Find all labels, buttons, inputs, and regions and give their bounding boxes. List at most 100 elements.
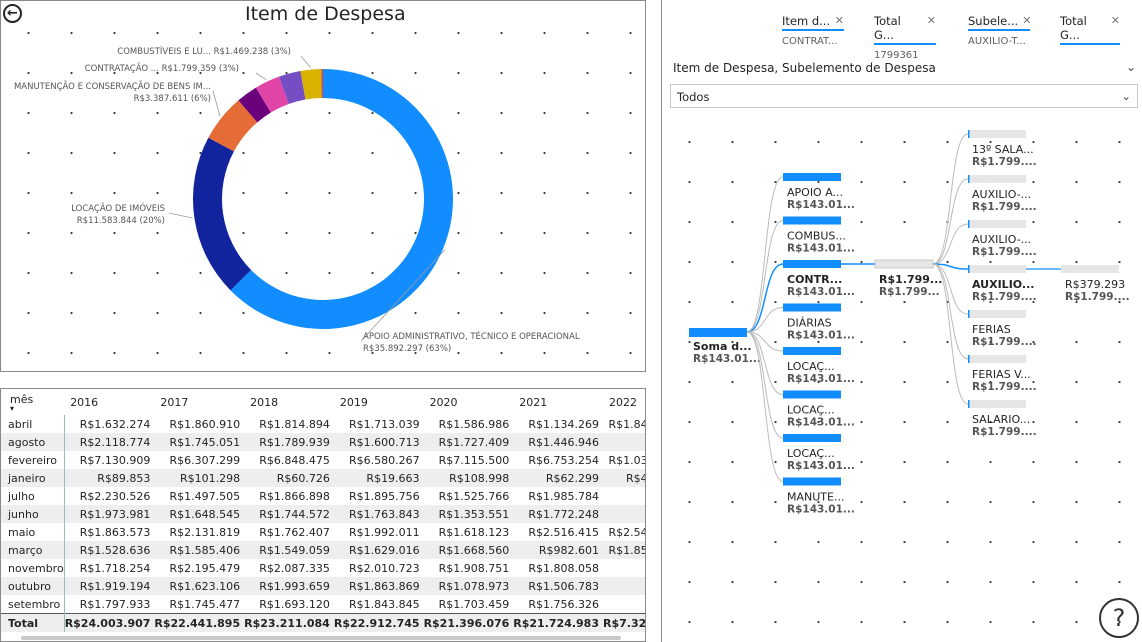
tree-node-label: FERIAS V...: [972, 368, 1031, 381]
tree-node-bar[interactable]: [1061, 265, 1119, 273]
tree-link: [746, 176, 784, 333]
tree-node-label: AUXILIO-...: [972, 233, 1031, 246]
value-cell: R$6.753.254: [528, 453, 599, 467]
year-column-header[interactable]: 2016: [64, 389, 154, 415]
slice-label: CONTRATAÇÃO ... R$1.799.359 (3%): [85, 63, 239, 74]
month-column-header[interactable]: mês ▾: [1, 389, 64, 415]
tree-node-label: COMBUS...: [787, 230, 846, 243]
tree-node-bar[interactable]: [689, 328, 747, 337]
tree-node-value: R$1.799....: [972, 246, 1037, 258]
help-icon[interactable]: ?: [1099, 598, 1139, 638]
value-cell: R$1.919.194: [64, 577, 155, 595]
tree-node-bar[interactable]: [783, 173, 841, 181]
year-column-header[interactable]: 2018: [244, 389, 334, 415]
tree-node-bar[interactable]: [968, 220, 1026, 228]
tree-node-value: R$143.01...: [787, 243, 855, 255]
value-cell: R$1.852.: [603, 541, 645, 559]
tree-node-fill: [968, 355, 970, 363]
month-cell: fevereiro: [1, 451, 65, 469]
tree-node-label: R$379.293: [1065, 278, 1125, 291]
tree-link: [932, 178, 969, 265]
value-cell: R$1.866.898: [259, 489, 330, 503]
table-row: maio R$1.863.573 R$2.131.819 R$1.762.407 R$1…: [1, 523, 645, 541]
value-cell: R$1.973.981: [64, 505, 155, 523]
value-cell: R$2.010.723: [348, 561, 420, 575]
value-cell: R$1.549.059: [244, 541, 334, 559]
month-cell: julho: [1, 487, 65, 505]
chart-title: Item de Despesa: [245, 3, 406, 25]
back-arrow-icon[interactable]: ←: [3, 4, 22, 23]
value-cell: R$24.003.907: [64, 613, 155, 632]
value-cell: R$1.744.572: [244, 505, 334, 523]
tree-node-value: R$143.01...: [693, 353, 761, 365]
table-row: junho R$1.973.981 R$1.648.545 R$1.744.572 R$…: [1, 505, 645, 523]
tree-node-fill: [968, 310, 970, 318]
tree-node-bar[interactable]: [783, 347, 841, 355]
value-cell: R$1.134.269: [528, 417, 599, 431]
table-row: março R$1.528.636 R$1.585.406 R$1.549.059 R$…: [1, 541, 645, 559]
value-cell: R$60.726: [244, 469, 334, 487]
year-column-header[interactable]: 2021: [513, 389, 603, 415]
value-cell: R$1.908.751: [438, 561, 510, 575]
value-cell: R$1.727.409: [423, 433, 514, 451]
tree-node-bar[interactable]: [968, 400, 1026, 408]
table-row: fevereiro R$7.130.909 R$6.307.299 R$6.848.4…: [1, 451, 645, 469]
value-cell: R$1.506.783: [513, 577, 603, 595]
tree-node-bar[interactable]: [874, 259, 934, 269]
value-cell: R$1.797.933: [79, 597, 151, 611]
table-row: janeiro R$89.853 R$101.298 R$60.726 R$19.663…: [1, 469, 645, 487]
tree-node-value: R$1.799....: [1065, 291, 1130, 303]
value-cell: R$1.789.939: [244, 433, 334, 451]
slice-label: MANUTENÇÃO E CONSERVAÇÃO DE BENS IM...: [14, 81, 211, 92]
value-cell: R$1.353.551: [423, 505, 514, 523]
tree-node-label: FERIAS: [972, 323, 1011, 336]
year-column-header[interactable]: 2017: [154, 389, 244, 415]
tree-node-value: R$143.01...: [787, 460, 855, 472]
tree-node-value: R$143.01...: [787, 373, 855, 385]
donut-chart: APOIO ADMINISTRATIVO, TÉCNICO E OPERACIO…: [14, 45, 580, 354]
slice-label: COMBUSTÍVEIS E LU... R$1.469.238 (3%): [117, 45, 291, 57]
value-cell: R$21.396.076: [423, 613, 514, 632]
table-row: abril R$1.632.274 R$1.860.910 R$1.814.894 R$…: [1, 415, 645, 433]
horizontal-scrollbar[interactable]: [21, 636, 621, 640]
year-column-header[interactable]: 2019: [334, 389, 424, 415]
value-cell: R$1.618.123: [438, 525, 510, 539]
tree-node-bar[interactable]: [968, 355, 1026, 363]
tree-node-label: R$1.799...: [879, 273, 942, 286]
value-cell: R$1.600.713: [333, 433, 424, 451]
tree-node-bar[interactable]: [783, 390, 841, 399]
value-cell: R$6.580.267: [348, 453, 420, 467]
tree-node-bar[interactable]: [783, 260, 841, 268]
tree-node-bar[interactable]: [968, 310, 1026, 318]
donut-slice[interactable]: [193, 137, 252, 291]
label-leader-line: [255, 72, 267, 81]
tree-node-value: R$1.799....: [972, 201, 1037, 213]
year-column-header[interactable]: 2022: [603, 389, 645, 415]
value-cell: [603, 577, 645, 595]
tree-node-bar[interactable]: [968, 175, 1026, 183]
slice-value-label: R$35.892.297 (63%): [363, 344, 451, 354]
label-leader-line: [168, 212, 193, 219]
tree-node-bar[interactable]: [783, 434, 841, 442]
tree-node-bar[interactable]: [783, 216, 841, 225]
tree-node-value: R$143.01...: [787, 199, 855, 211]
value-cell: R$108.998: [423, 469, 514, 487]
value-cell: R$1.814.894: [259, 417, 330, 431]
slice-label: LOCAÇÃO DE IMÓVEIS: [71, 202, 165, 214]
value-cell: R$1.648.545: [154, 505, 245, 523]
value-cell: R$1.863.573: [79, 525, 151, 539]
tree-node-bar[interactable]: [783, 303, 841, 312]
tree-node-value: R$1.799....: [972, 426, 1037, 438]
tree-node-bar[interactable]: [783, 477, 841, 486]
tree-node-bar[interactable]: [968, 130, 1026, 138]
tree-node-fill: [968, 220, 970, 228]
value-cell: R$1.860.910: [169, 417, 241, 431]
tree-node-bar[interactable]: [968, 265, 1026, 273]
tree-node-label: DIÁRIAS: [787, 317, 832, 330]
year-column-header[interactable]: 2020: [424, 389, 514, 415]
tree-node-label: CONTR...: [787, 273, 842, 286]
month-cell: janeiro: [1, 469, 65, 487]
value-cell: R$6.848.475: [259, 453, 330, 467]
value-cell: R$43.: [603, 469, 645, 487]
value-cell: R$19.663: [333, 469, 424, 487]
